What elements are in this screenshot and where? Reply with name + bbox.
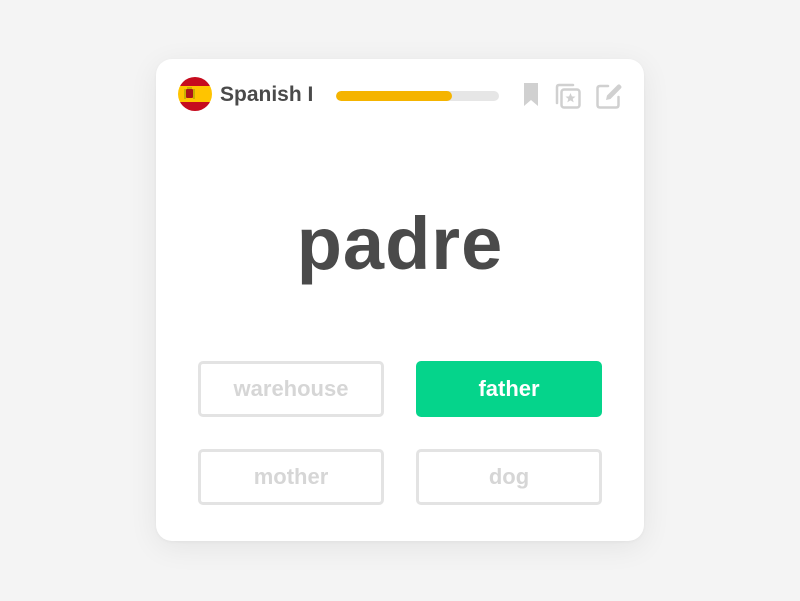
answer-option-warehouse[interactable]: warehouse xyxy=(198,361,384,417)
edit-icon[interactable] xyxy=(594,81,622,109)
spain-flag-icon xyxy=(178,77,212,111)
flashcard-word: padre xyxy=(296,202,504,285)
flashcard: Spanish I padre warehouse father mother … xyxy=(156,59,644,541)
course-title[interactable]: Spanish I xyxy=(220,83,313,107)
starred-cards-icon[interactable] xyxy=(553,81,581,109)
answer-option-mother[interactable]: mother xyxy=(198,449,384,505)
answer-option-father[interactable]: father xyxy=(416,361,602,417)
progress-bar xyxy=(336,91,499,101)
bookmark-icon[interactable] xyxy=(518,81,546,109)
progress-bar-fill xyxy=(336,91,452,101)
answer-option-dog[interactable]: dog xyxy=(416,449,602,505)
